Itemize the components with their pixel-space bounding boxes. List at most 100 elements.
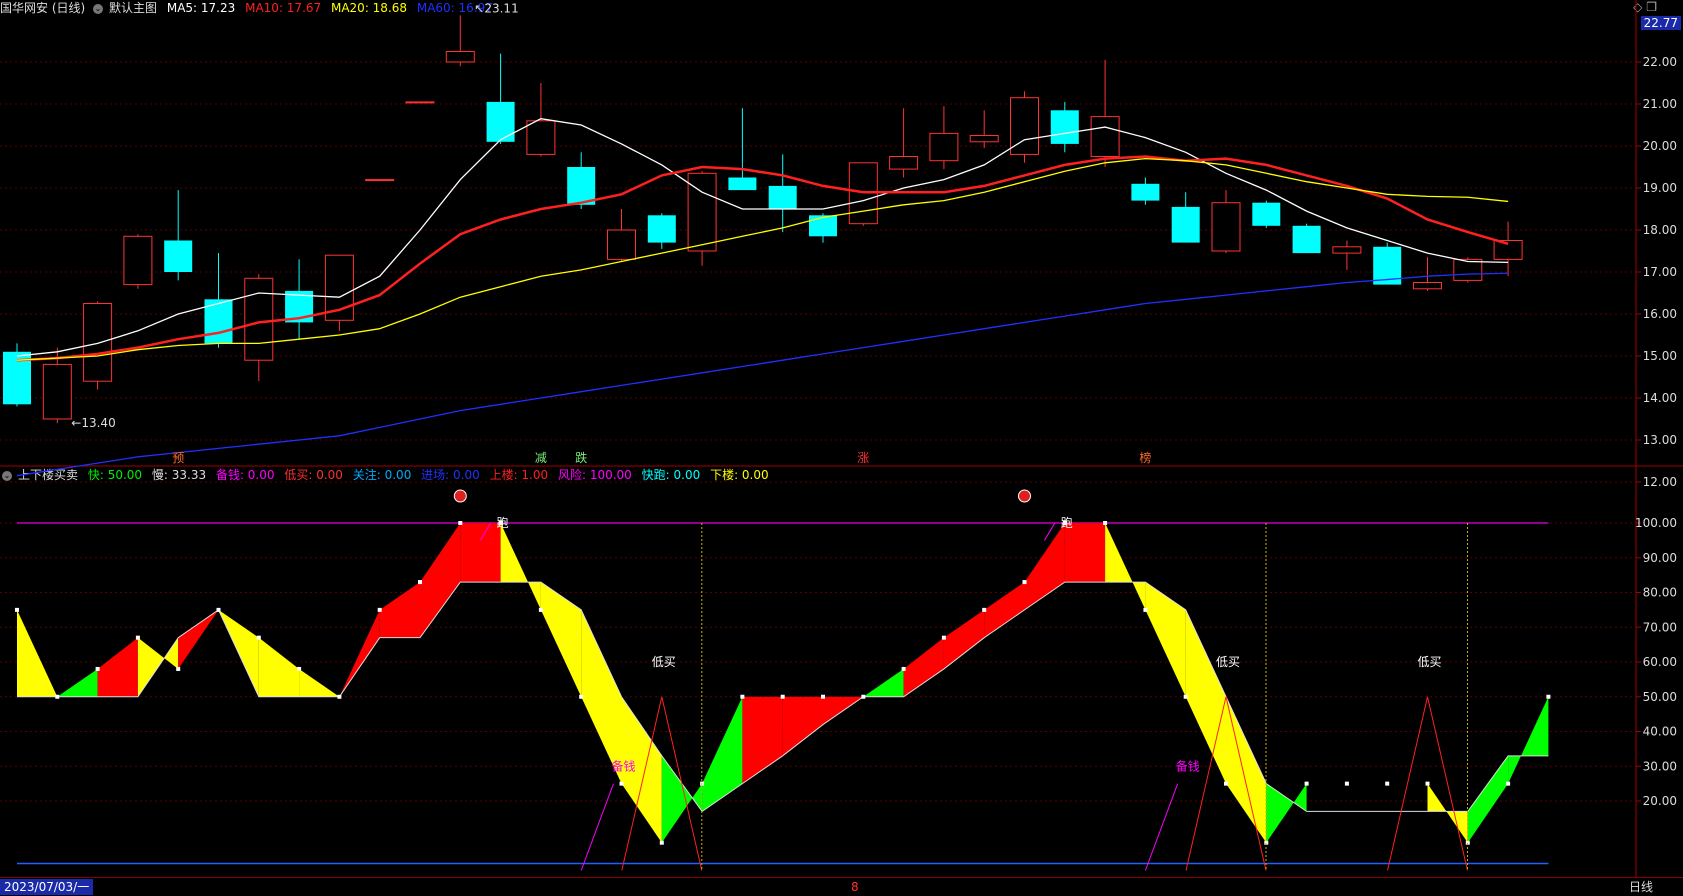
fast-point bbox=[135, 635, 140, 640]
candle-body bbox=[83, 303, 113, 382]
band-segment bbox=[17, 609, 58, 697]
candle-body bbox=[809, 215, 837, 237]
reserve-line bbox=[1144, 783, 1179, 871]
fast-point bbox=[1224, 781, 1228, 786]
band-segment bbox=[1064, 523, 1106, 583]
band-segment bbox=[702, 696, 743, 812]
candle-body bbox=[889, 156, 919, 170]
fast-point bbox=[659, 840, 664, 845]
ma-line-ma60 bbox=[16, 272, 1509, 477]
ma-line-ma10 bbox=[16, 155, 1509, 362]
candle-body bbox=[1090, 116, 1120, 157]
time-marker: 8 bbox=[851, 880, 859, 894]
fast-point bbox=[176, 666, 181, 671]
low-price-label: ←13.40 bbox=[71, 416, 115, 430]
sub-signal-label: 低买 bbox=[1417, 655, 1441, 669]
main-tick-label: 12.00 bbox=[1643, 475, 1677, 489]
fast-point bbox=[337, 694, 342, 699]
candle-body bbox=[1453, 258, 1483, 281]
fast-point bbox=[1546, 694, 1551, 699]
sub-signal-label: 跑 bbox=[497, 516, 509, 530]
candle-body bbox=[365, 179, 395, 182]
candle-body bbox=[929, 132, 959, 162]
candle-body bbox=[768, 185, 797, 209]
main-tick-label: 22.00 bbox=[1643, 55, 1677, 69]
sub-tick-label: 30.00 bbox=[1643, 759, 1677, 773]
candle-body bbox=[1171, 206, 1200, 243]
band-segment bbox=[1508, 696, 1549, 784]
band-segment bbox=[863, 668, 904, 697]
fast-point bbox=[579, 694, 584, 699]
sub-signal-label: 低买 bbox=[652, 655, 676, 669]
signal-label: 涨 bbox=[857, 450, 869, 465]
fast-point bbox=[1304, 781, 1309, 786]
candle-body bbox=[1050, 110, 1079, 144]
candle-body bbox=[486, 101, 515, 142]
alert-ball-icon bbox=[453, 489, 467, 503]
fast-point bbox=[1425, 781, 1430, 786]
fast-point bbox=[1344, 781, 1349, 786]
fast-point bbox=[861, 694, 866, 699]
band-segment bbox=[1105, 523, 1146, 610]
sub-tick-label: 80.00 bbox=[1643, 586, 1677, 600]
fast-point bbox=[821, 694, 825, 699]
candle-body bbox=[607, 229, 636, 260]
candle-body bbox=[969, 135, 999, 143]
fast-point bbox=[216, 607, 221, 612]
candle-body bbox=[445, 51, 475, 63]
band-segment bbox=[57, 668, 98, 697]
fast-point bbox=[780, 694, 785, 699]
band-segment bbox=[661, 755, 703, 843]
ma-line-ma5 bbox=[16, 118, 1509, 357]
run-line bbox=[1044, 522, 1056, 541]
fast-point bbox=[256, 635, 261, 640]
fast-point bbox=[941, 635, 946, 640]
signal-label: 预 bbox=[172, 451, 184, 465]
band-segment bbox=[540, 582, 582, 697]
fast-point bbox=[740, 694, 745, 699]
band-segment bbox=[1467, 755, 1509, 843]
period-label[interactable]: 日线 bbox=[1629, 879, 1653, 895]
sub-signal-label: 备钱 bbox=[1176, 758, 1200, 773]
alert-ball-icon bbox=[1018, 489, 1031, 503]
high-price-label: ↖23.11 bbox=[474, 1, 518, 15]
main-tick-label: 14.00 bbox=[1643, 391, 1677, 405]
chart-canvas[interactable]: 12.00 13.00 14.00 15.00 16.00 17.00 18.00 19.00… bbox=[0, 0, 1683, 878]
band-segment bbox=[299, 668, 340, 697]
fast-point bbox=[1022, 580, 1027, 585]
main-tick-label: 17.00 bbox=[1643, 265, 1677, 279]
band-segment bbox=[339, 609, 380, 697]
candle-body bbox=[123, 235, 153, 286]
band-segment bbox=[178, 609, 219, 669]
main-tick-label: 21.00 bbox=[1643, 97, 1677, 111]
ma-line-ma20 bbox=[16, 157, 1509, 361]
fast-point bbox=[1506, 781, 1511, 786]
sub-tick-label: 90.00 bbox=[1643, 551, 1677, 565]
band-segment bbox=[500, 523, 541, 610]
sub-tick-label: 20.00 bbox=[1643, 794, 1677, 808]
candle-body bbox=[647, 215, 676, 243]
sub-signal-label: 跑 bbox=[1061, 516, 1073, 530]
candle-body bbox=[567, 167, 596, 205]
signal-label: 减 bbox=[535, 451, 547, 465]
band-segment bbox=[379, 582, 420, 638]
band-segment bbox=[1024, 523, 1065, 610]
fast-point bbox=[458, 521, 463, 525]
sub-tick-label: 70.00 bbox=[1643, 620, 1677, 634]
signal-label: 跌 bbox=[575, 450, 587, 465]
fast-point bbox=[95, 666, 100, 671]
candle-body bbox=[1252, 202, 1281, 226]
sub-signal-label: 备钱 bbox=[611, 758, 635, 773]
main-tick-label: 13.00 bbox=[1643, 433, 1677, 447]
signal-label: 榜 bbox=[1139, 450, 1151, 465]
band-segment bbox=[943, 609, 985, 669]
band-segment bbox=[1185, 609, 1226, 784]
sub-tick-label: 40.00 bbox=[1643, 725, 1677, 739]
fast-point bbox=[297, 666, 302, 671]
candle-body bbox=[1211, 202, 1241, 252]
fast-point bbox=[901, 666, 906, 671]
sub-tick-label: 50.00 bbox=[1643, 690, 1677, 704]
fast-point bbox=[1385, 781, 1390, 786]
candle-body bbox=[42, 363, 72, 420]
main-tick-label: 18.00 bbox=[1643, 223, 1677, 237]
